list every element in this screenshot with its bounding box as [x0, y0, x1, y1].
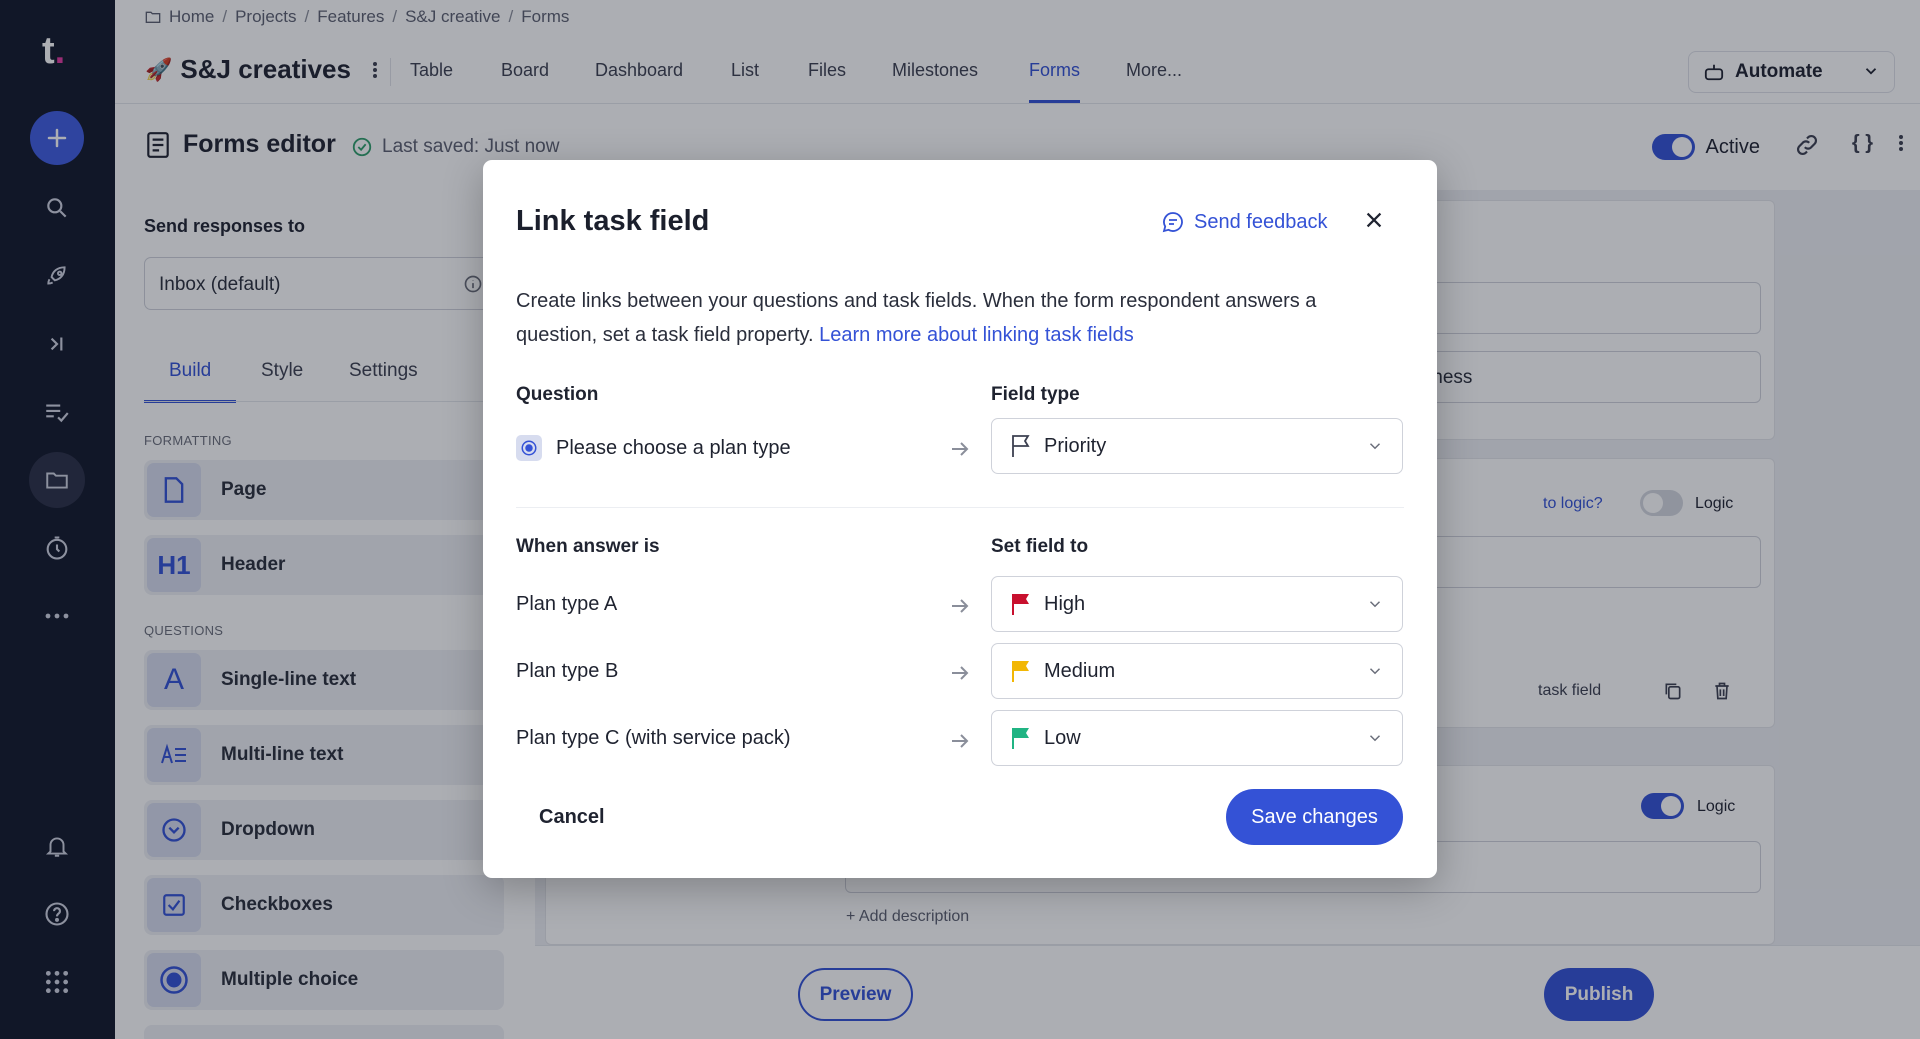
- arrow-right-icon: [952, 442, 969, 456]
- flag-outline-icon: [1012, 435, 1030, 457]
- field-type-value: Priority: [1044, 434, 1107, 457]
- send-feedback-link[interactable]: Send feedback: [1161, 210, 1327, 234]
- answer-label: Plan type B: [516, 660, 619, 682]
- close-icon[interactable]: [1363, 209, 1385, 231]
- flag-medium-icon: [1012, 661, 1029, 682]
- arrow-right-icon: [952, 734, 969, 748]
- field-type-header: Field type: [991, 384, 1080, 405]
- dialog-description: Create links between your questions and …: [516, 284, 1396, 352]
- dialog-title: Link task field: [516, 205, 710, 237]
- priority-select-low[interactable]: Low: [991, 710, 1403, 766]
- question-header: Question: [516, 384, 599, 405]
- answer-label: Plan type C (with service pack): [516, 727, 791, 749]
- priority-select-high[interactable]: High: [991, 576, 1403, 632]
- priority-select-medium[interactable]: Medium: [991, 643, 1403, 699]
- field-type-select[interactable]: Priority: [991, 418, 1403, 474]
- section-divider: [516, 507, 1404, 508]
- question-text: Please choose a plan type: [556, 436, 791, 459]
- chat-bubble-icon: [1162, 212, 1183, 233]
- answer-label: Plan type A: [516, 593, 618, 615]
- chevron-down-icon: [1369, 735, 1381, 742]
- priority-value: Medium: [1044, 659, 1116, 682]
- question-row: Please choose a plan type: [516, 435, 791, 461]
- flag-high-icon: [1012, 594, 1029, 615]
- chevron-down-icon: [1369, 668, 1381, 675]
- chevron-down-icon: [1369, 601, 1381, 608]
- learn-more-link[interactable]: Learn more about linking task fields: [819, 324, 1134, 346]
- cancel-button[interactable]: Cancel: [539, 806, 605, 829]
- when-answer-header: When answer is: [516, 536, 660, 557]
- arrow-right-icon: [952, 599, 969, 613]
- link-task-field-dialog: Link task field Send feedback Create lin…: [483, 160, 1437, 878]
- arrow-right-icon: [952, 666, 969, 680]
- chevron-down-icon: [1369, 443, 1381, 450]
- priority-value: Low: [1044, 726, 1081, 749]
- send-feedback-label: Send feedback: [1194, 210, 1328, 233]
- save-changes-button[interactable]: Save changes: [1226, 789, 1403, 845]
- priority-value: High: [1044, 592, 1086, 615]
- set-field-header: Set field to: [991, 536, 1089, 557]
- flag-low-icon: [1012, 728, 1029, 749]
- multiple-choice-question-icon: [516, 435, 542, 461]
